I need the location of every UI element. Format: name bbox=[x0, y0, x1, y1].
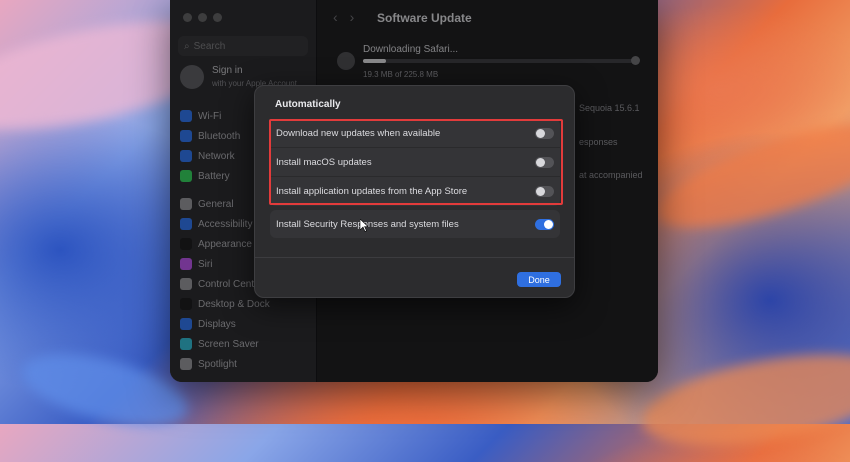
toggle-knob bbox=[536, 187, 545, 196]
security-updates-toggle[interactable] bbox=[535, 218, 554, 230]
sheet-title: Automatically bbox=[275, 99, 341, 110]
security-updates-row: Install Security Responses and system fi… bbox=[270, 210, 560, 238]
toggle-knob bbox=[544, 219, 553, 229]
wallpaper-wave bbox=[645, 101, 850, 249]
auto-option-toggle[interactable] bbox=[535, 127, 554, 139]
wallpaper-wave bbox=[635, 338, 850, 462]
done-button[interactable]: Done bbox=[517, 272, 561, 287]
security-options-group: Install Security Responses and system fi… bbox=[270, 210, 560, 238]
auto-option-row: Install application updates from the App… bbox=[270, 177, 560, 206]
auto-option-label: Install macOS updates bbox=[276, 156, 372, 168]
wallpaper-wave bbox=[15, 340, 195, 440]
auto-option-label: Download new updates when available bbox=[276, 127, 441, 139]
auto-option-toggle[interactable] bbox=[535, 156, 554, 168]
auto-option-toggle[interactable] bbox=[535, 186, 554, 197]
toggle-knob bbox=[536, 128, 545, 138]
sheet-divider bbox=[255, 257, 574, 258]
mouse-cursor-icon bbox=[360, 219, 368, 232]
automatic-updates-sheet: Automatically Download new updates when … bbox=[254, 85, 575, 298]
auto-option-row: Download new updates when available bbox=[270, 119, 560, 148]
toggle-knob bbox=[536, 157, 545, 167]
automatic-options-group: Download new updates when available Insta… bbox=[270, 119, 560, 206]
auto-option-row: Install macOS updates bbox=[270, 148, 560, 177]
security-updates-label: Install Security Responses and system fi… bbox=[276, 218, 459, 230]
auto-option-label: Install application updates from the App… bbox=[276, 186, 468, 197]
